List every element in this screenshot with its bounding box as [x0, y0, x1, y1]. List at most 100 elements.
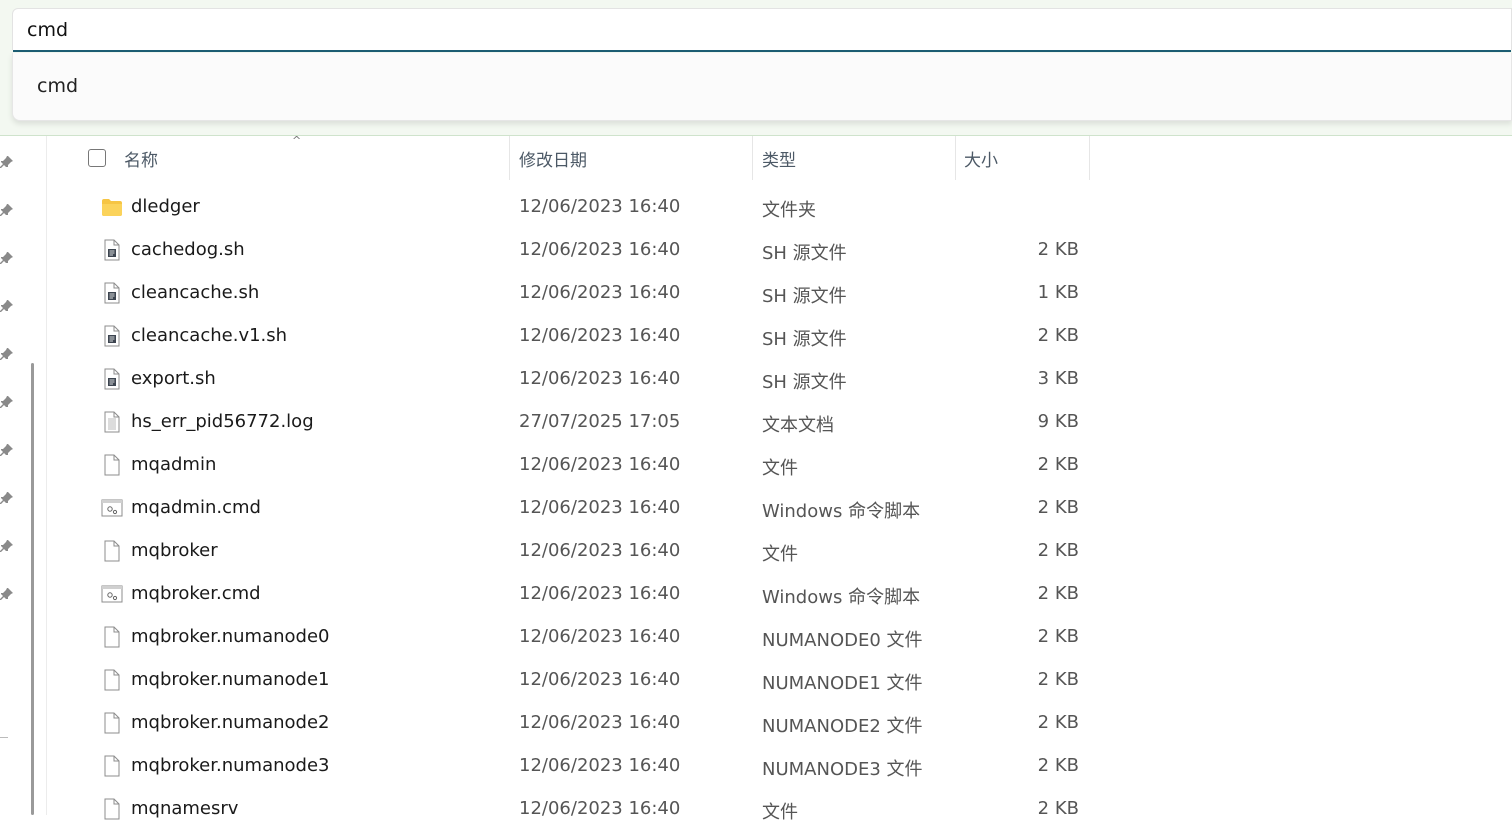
- pin-icon[interactable]: [0, 394, 14, 408]
- file-type: 文件: [762, 802, 798, 823]
- file-date: 12/06/2023 16:40: [519, 325, 681, 346]
- file-row[interactable]: cleancache.v1.sh 12/06/2023 16:40 SH 源文件 2 …: [80, 315, 1090, 358]
- address-bar[interactable]: [12, 8, 1512, 52]
- file-size: 2 KB: [1037, 583, 1079, 604]
- pin-icon[interactable]: [0, 250, 14, 264]
- pin-icon[interactable]: [0, 442, 14, 456]
- file-size: 2 KB: [1037, 669, 1079, 690]
- column-header-size[interactable]: 大小: [964, 146, 998, 171]
- file-date: 12/06/2023 16:40: [519, 282, 681, 303]
- pin-icon[interactable]: [0, 346, 14, 360]
- column-separator[interactable]: [509, 136, 510, 180]
- file-type: NUMANODE3 文件: [762, 759, 923, 780]
- file-date: 12/06/2023 16:40: [519, 239, 681, 260]
- file-row[interactable]: mqadmin 12/06/2023 16:40 文件 2 KB: [80, 444, 1090, 487]
- file-name: dledger: [131, 196, 200, 217]
- file-row[interactable]: mqbroker.numanode2 12/06/2023 16:40 NUMANO…: [80, 702, 1090, 745]
- column-header-type[interactable]: 类型: [762, 146, 796, 171]
- blank-file-icon: [101, 797, 123, 821]
- file-size: 2 KB: [1037, 454, 1079, 475]
- file-name: mqadmin: [131, 454, 217, 475]
- file-row[interactable]: cachedog.sh 12/06/2023 16:40 SH 源文件 2 KB: [80, 229, 1090, 272]
- column-header-row: ^ 名称 修改日期 类型 大小: [80, 134, 1090, 180]
- file-name: mqbroker.numanode0: [131, 626, 330, 647]
- file-row[interactable]: export.sh 12/06/2023 16:40 SH 源文件 3 KB: [80, 358, 1090, 401]
- pin-icon[interactable]: [0, 298, 14, 312]
- file-date: 12/06/2023 16:40: [519, 454, 681, 475]
- script-file-icon: [101, 367, 123, 391]
- file-type: 文件: [762, 544, 798, 565]
- file-type: SH 源文件: [762, 286, 847, 307]
- file-type: SH 源文件: [762, 372, 847, 393]
- file-date: 27/07/2025 17:05: [519, 411, 681, 432]
- column-separator[interactable]: [1089, 136, 1090, 180]
- file-date: 12/06/2023 16:40: [519, 368, 681, 389]
- file-date: 12/06/2023 16:40: [519, 669, 681, 690]
- script-file-icon: [101, 324, 123, 348]
- blank-file-icon: [101, 668, 123, 692]
- file-name: mqnamesrv: [131, 798, 239, 819]
- file-row[interactable]: mqbroker.numanode3 12/06/2023 16:40 NUMANO…: [80, 745, 1090, 788]
- suggestion-item[interactable]: cmd: [37, 75, 78, 97]
- file-date: 12/06/2023 16:40: [519, 583, 681, 604]
- column-separator[interactable]: [955, 136, 956, 180]
- navigation-scrollbar[interactable]: [31, 363, 34, 815]
- blank-file-icon: [101, 625, 123, 649]
- file-type: Windows 命令脚本: [762, 587, 921, 608]
- file-type: NUMANODE0 文件: [762, 630, 923, 651]
- pin-icon[interactable]: [0, 490, 14, 504]
- file-row[interactable]: mqbroker 12/06/2023 16:40 文件 2 KB: [80, 530, 1090, 573]
- file-row[interactable]: mqbroker.numanode1 12/06/2023 16:40 NUMANO…: [80, 659, 1090, 702]
- file-size: 2 KB: [1037, 712, 1079, 733]
- file-name: hs_err_pid56772.log: [131, 411, 314, 432]
- file-name: mqbroker: [131, 540, 218, 561]
- file-row[interactable]: dledger 12/06/2023 16:40 文件夹: [80, 186, 1090, 229]
- sort-ascending-icon: ^: [292, 134, 302, 147]
- file-name: cleancache.sh: [131, 282, 260, 303]
- file-row[interactable]: mqbroker.numanode0 12/06/2023 16:40 NUMANO…: [80, 616, 1090, 659]
- pin-icon[interactable]: [0, 154, 14, 168]
- script-file-icon: [101, 238, 123, 262]
- pin-icon[interactable]: [0, 538, 14, 552]
- file-type: NUMANODE1 文件: [762, 673, 923, 694]
- blank-file-icon: [101, 539, 123, 563]
- file-date: 12/06/2023 16:40: [519, 712, 681, 733]
- address-suggestions: cmd: [12, 53, 1512, 121]
- file-row[interactable]: hs_err_pid56772.log 27/07/2025 17:05 文本文档 9…: [80, 401, 1090, 444]
- file-size: 2 KB: [1037, 325, 1079, 346]
- file-type: NUMANODE2 文件: [762, 716, 923, 737]
- nav-divider: [46, 136, 47, 815]
- file-size: 2 KB: [1037, 755, 1079, 776]
- file-size: 2 KB: [1037, 497, 1079, 518]
- file-size: 2 KB: [1037, 540, 1079, 561]
- file-size: 9 KB: [1037, 411, 1079, 432]
- column-separator[interactable]: [752, 136, 753, 180]
- folder-icon: [101, 195, 123, 219]
- file-date: 12/06/2023 16:40: [519, 755, 681, 776]
- file-row[interactable]: mqbroker.cmd 12/06/2023 16:40 Windows 命令脚本…: [80, 573, 1090, 616]
- file-row[interactable]: mqadmin.cmd 12/06/2023 16:40 Windows 命令脚本 2…: [80, 487, 1090, 530]
- file-size: 3 KB: [1037, 368, 1079, 389]
- pin-icon[interactable]: [0, 586, 14, 600]
- file-date: 12/06/2023 16:40: [519, 626, 681, 647]
- column-header-name[interactable]: 名称: [124, 146, 158, 171]
- file-name: mqadmin.cmd: [131, 497, 261, 518]
- file-date: 12/06/2023 16:40: [519, 196, 681, 217]
- file-type: 文件: [762, 458, 798, 479]
- file-size: 1 KB: [1037, 282, 1079, 303]
- select-all-checkbox[interactable]: [88, 149, 106, 167]
- navigation-pane: [0, 136, 46, 815]
- file-date: 12/06/2023 16:40: [519, 540, 681, 561]
- cmd-file-icon: [101, 496, 123, 520]
- file-name: mqbroker.numanode1: [131, 669, 330, 690]
- file-type: SH 源文件: [762, 329, 847, 350]
- column-header-date[interactable]: 修改日期: [519, 146, 587, 171]
- pin-icon[interactable]: [0, 202, 14, 216]
- file-row[interactable]: cleancache.sh 12/06/2023 16:40 SH 源文件 1 KB: [80, 272, 1090, 315]
- file-name: export.sh: [131, 368, 216, 389]
- file-size: 2 KB: [1037, 239, 1079, 260]
- script-file-icon: [101, 281, 123, 305]
- file-name: mqbroker.numanode2: [131, 712, 330, 733]
- address-input[interactable]: [27, 15, 1427, 45]
- file-row[interactable]: mqnamesrv 12/06/2023 16:40 文件 2 KB: [80, 788, 1090, 831]
